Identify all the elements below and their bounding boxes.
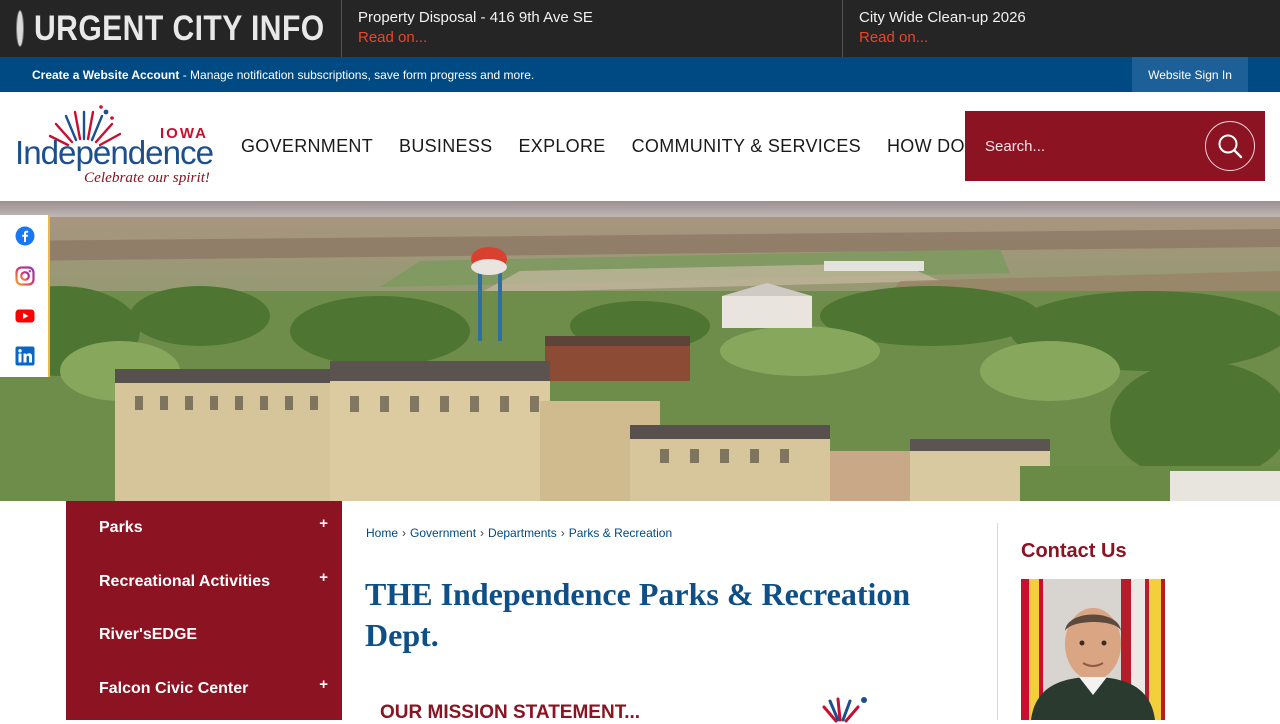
account-message: Create a Website Account - Manage notifi… — [32, 68, 534, 82]
logo-city-name: Independence — [15, 134, 213, 171]
alert-item-title[interactable]: City Wide Clean-up 2026 — [859, 8, 1280, 27]
breadcrumb-home[interactable]: Home — [366, 526, 398, 540]
expand-plus-icon[interactable]: + — [319, 569, 328, 586]
breadcrumb-separator: › — [480, 526, 485, 540]
breadcrumb-separator: › — [402, 526, 407, 540]
social-media-bar — [0, 215, 50, 377]
breadcrumb-separator: › — [560, 526, 565, 540]
side-menu-label: Parks — [99, 518, 143, 536]
alert-title-block: URGENT CITY INFO — [0, 0, 342, 57]
alert-item[interactable]: City Wide Clean-up 2026 Read on... — [843, 0, 1280, 57]
create-account-link[interactable]: Create a Website Account — [32, 68, 179, 82]
nav-explore[interactable]: EXPLORE — [505, 136, 618, 157]
breadcrumb: Home › Government › Departments › Parks & Recr… — [366, 526, 672, 540]
search-icon — [1218, 134, 1243, 159]
mission-heading: OUR MISSION STATEMENT... — [380, 702, 641, 723]
breadcrumb-parks-recreation[interactable]: Parks & Recreation — [569, 526, 672, 540]
logo-tagline: Celebrate our spirit! — [84, 170, 210, 186]
hero-aerial-photo — [0, 201, 1280, 501]
alert-read-on-link[interactable]: Read on... — [859, 27, 1280, 49]
nav-business[interactable]: BUSINESS — [386, 136, 505, 157]
facebook-icon[interactable] — [15, 226, 35, 246]
contact-us-heading: Contact Us — [1021, 540, 1127, 562]
side-menu-label: Falcon Civic Center — [99, 679, 249, 697]
page-title: THE Independence Parks & Recreation Dept… — [365, 576, 911, 653]
side-menu: Parks + Recreational Activities + River'… — [66, 501, 342, 720]
search-box — [965, 111, 1265, 181]
fireworks-logo-icon — [822, 697, 867, 723]
alert-item[interactable]: Property Disposal - 416 9th Ave SE Read … — [342, 0, 843, 57]
account-description: - Manage notification subscriptions, sav… — [179, 68, 535, 82]
side-menu-item-parks[interactable]: Parks + — [66, 501, 342, 554]
instagram-icon[interactable] — [15, 266, 35, 286]
alert-item-title[interactable]: Property Disposal - 416 9th Ave SE — [358, 8, 842, 27]
account-bar: Create a Website Account - Manage notifi… — [0, 57, 1280, 92]
side-menu-label: Recreational Activities — [99, 572, 271, 590]
side-menu-label: River'sEDGE — [99, 625, 198, 643]
alert-read-on-link[interactable]: Read on... — [358, 27, 842, 49]
nav-government[interactable]: GOVERNMENT — [228, 136, 386, 157]
search-button[interactable] — [1205, 121, 1255, 171]
alert-title: URGENT CITY INFO — [34, 8, 325, 48]
youtube-icon[interactable] — [15, 306, 35, 326]
side-menu-item-falcon-civic-center[interactable]: Falcon Civic Center + — [66, 662, 342, 715]
breadcrumb-departments[interactable]: Departments — [488, 526, 557, 540]
website-signin-button[interactable]: Website Sign In — [1132, 57, 1248, 92]
nav-community-services[interactable]: COMMUNITY & SERVICES — [619, 136, 874, 157]
breadcrumb-government[interactable]: Government — [410, 526, 476, 540]
expand-plus-icon[interactable]: + — [319, 676, 328, 693]
linkedin-icon[interactable] — [15, 346, 35, 366]
expand-plus-icon[interactable]: + — [319, 515, 328, 532]
urgent-alert-bar: URGENT CITY INFO Property Disposal - 416… — [0, 0, 1280, 57]
main-navigation: GOVERNMENT BUSINESS EXPLORE COMMUNITY & … — [228, 92, 1004, 201]
independence-iowa-logo[interactable]: IOWA Independence Celebrate our spirit! — [14, 104, 216, 188]
contact-person-photo — [1021, 579, 1165, 720]
side-menu-item-recreational-activities[interactable]: Recreational Activities + — [66, 555, 342, 608]
alert-light-icon — [17, 11, 23, 46]
site-header: IOWA Independence Celebrate our spirit! … — [0, 92, 1280, 201]
column-divider — [997, 523, 998, 720]
side-menu-item-riversedge[interactable]: River'sEDGE — [66, 608, 342, 661]
search-input[interactable] — [965, 111, 1200, 181]
